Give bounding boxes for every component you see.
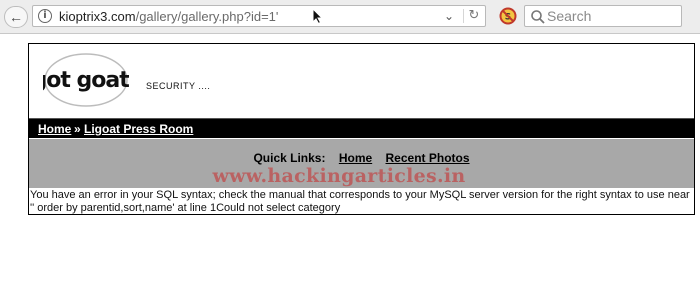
quick-links-label: Quick Links: bbox=[253, 151, 326, 165]
breadcrumb: Home » Ligoat Press Room bbox=[29, 118, 694, 138]
browser-toolbar: ← i kioptrix3.com/gallery/gallery.php?id… bbox=[0, 0, 700, 34]
back-arrow-icon: ← bbox=[9, 9, 23, 25]
mouse-cursor-icon bbox=[312, 8, 324, 24]
site-logo[interactable]: got goat? bbox=[43, 52, 129, 108]
url-path: /gallery/gallery.php?id=1' bbox=[135, 9, 279, 24]
page-container: got goat? SECURITY .... Home » Ligoat Pr… bbox=[28, 43, 695, 215]
search-placeholder: Search bbox=[547, 8, 592, 24]
url-text[interactable]: kioptrix3.com/gallery/gallery.php?id=1' bbox=[59, 9, 278, 24]
url-divider bbox=[463, 9, 464, 23]
quick-link-home[interactable]: Home bbox=[339, 151, 372, 165]
breadcrumb-separator: » bbox=[74, 122, 81, 136]
chevron-down-icon[interactable]: ⌄ bbox=[441, 8, 457, 24]
back-button[interactable]: ← bbox=[4, 6, 28, 28]
info-icon[interactable]: i bbox=[38, 9, 52, 23]
site-header: got goat? SECURITY .... bbox=[29, 44, 694, 117]
search-icon bbox=[531, 10, 545, 24]
watermark-text: www.hackingarticles.in bbox=[212, 165, 466, 187]
quick-link-recent-photos[interactable]: Recent Photos bbox=[386, 151, 470, 165]
no-script-addon-icon[interactable]: S bbox=[499, 7, 517, 25]
url-bar[interactable]: i kioptrix3.com/gallery/gallery.php?id=1… bbox=[32, 5, 486, 27]
url-host: kioptrix3.com bbox=[59, 9, 136, 24]
sql-error-message: You have an error in your SQL syntax; ch… bbox=[30, 189, 690, 214]
logo-text: got goat? bbox=[43, 68, 129, 93]
quick-links-row: Quick Links: Home Recent Photos bbox=[29, 151, 694, 165]
site-tagline: SECURITY .... bbox=[146, 81, 211, 91]
breadcrumb-current-link[interactable]: Ligoat Press Room bbox=[84, 122, 193, 136]
breadcrumb-home-link[interactable]: Home bbox=[38, 122, 71, 136]
search-bar[interactable]: Search bbox=[524, 5, 682, 27]
reload-icon[interactable]: ↻ bbox=[465, 7, 483, 25]
